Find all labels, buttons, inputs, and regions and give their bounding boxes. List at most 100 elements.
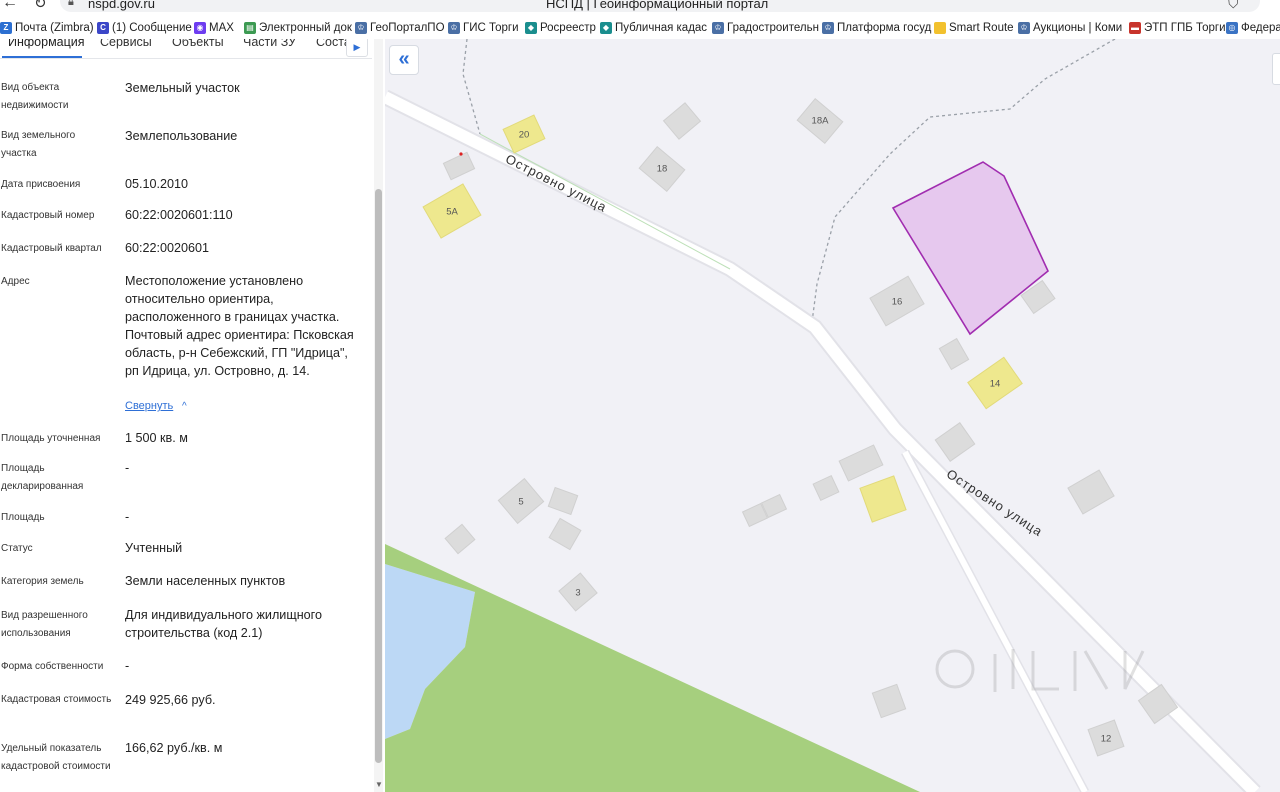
bookmark-item[interactable]: ◆ Росреестр (525, 22, 596, 34)
map-canvas[interactable] (385, 39, 1280, 792)
bookmark-label: Росреестр (540, 22, 596, 34)
bookmark-label: ГИС Торги (463, 22, 519, 34)
active-tab-indicator (2, 56, 82, 58)
area-declared-value: - (125, 461, 130, 475)
assign-date-value: 05.10.2010 (125, 177, 189, 191)
browser-address-bar: ← ↻ 🔒︎ nspd.gov.ru НСПД | Геоинформацион… (0, 0, 1280, 20)
house-number: 12 (1100, 733, 1112, 745)
back-arrow-icon[interactable]: ← (2, 0, 18, 12)
object-type-value: Земельный участок (125, 81, 240, 95)
building (548, 517, 582, 551)
permitted-use-value: Для индивидуального жилищного строительс… (125, 608, 322, 640)
building (812, 474, 840, 502)
house-number: 16 (891, 296, 903, 308)
marker-dot (459, 152, 463, 156)
emblem-icon: ♔ (448, 22, 460, 34)
bookmark-item[interactable]: ◆ Публичная кадас (600, 22, 707, 34)
house-number: 20 (518, 129, 530, 141)
bookmark-item[interactable]: ◉ MAX (194, 22, 234, 34)
bookmark-label: Платформа госуд (837, 22, 932, 34)
field-label: Площадь (1, 512, 45, 523)
folder-icon (934, 22, 946, 34)
field-label: Кадастровый квартал (1, 243, 102, 254)
scrollbar-thumb[interactable] (375, 189, 382, 763)
field-label: Площадь уточненная (1, 433, 101, 444)
tab-parts[interactable]: Части ЗУ (243, 39, 296, 49)
green-area (385, 544, 920, 792)
bookmark-label: Электронный док (259, 22, 352, 34)
building-highlight (859, 475, 907, 523)
bookmark-item[interactable]: ▤ Электронный док (244, 22, 352, 34)
building (938, 337, 970, 371)
field-label: Адрес (1, 276, 30, 287)
house-number: 18А (811, 115, 829, 127)
bookmark-item[interactable]: ◎ Федера (1226, 22, 1280, 34)
specific-value-value: 166,62 руб./кв. м (125, 741, 223, 755)
tabs-scroll-right-icon[interactable]: ▶ (346, 39, 368, 57)
tab-objects[interactable]: Объекты (172, 39, 224, 49)
bookmark-item[interactable]: Smart Route (934, 22, 1014, 34)
bookmark-label: ГеоПорталПО (370, 22, 445, 34)
house-number: 18 (656, 163, 668, 175)
bookmark-label: Почта (Zimbra) (15, 22, 94, 34)
emblem-icon: ♔ (712, 22, 724, 34)
field-label: Категория земель (1, 576, 84, 587)
house-number: 5А (446, 206, 458, 218)
globe-icon: ◎ (1226, 22, 1238, 34)
bookmark-label: Публичная кадас (615, 22, 708, 34)
building (442, 151, 476, 181)
building (871, 683, 907, 719)
reload-icon[interactable]: ↻ (34, 0, 47, 12)
max-icon: ◉ (194, 22, 206, 34)
address-value: Местоположение установлено относительно … (125, 274, 354, 378)
map-icon: ◆ (600, 22, 612, 34)
info-panel: Информация Сервисы Объекты Части ЗУ Сост… (0, 39, 385, 792)
lock-icon[interactable]: 🔒︎ (68, 0, 74, 9)
bookmark-label: MAX (209, 22, 234, 34)
bookmark-label: (1) Сообщение (112, 22, 192, 34)
field-label: Вид разрешенного использования (1, 610, 88, 639)
bookmark-item[interactable]: С (1) Сообщение (97, 22, 192, 34)
map-view[interactable]: « Островно улица Островно улица 20 18А 1… (385, 39, 1280, 792)
cad-quarter-value[interactable]: 60:22:0020601 (125, 239, 365, 257)
field-label: Статус (1, 543, 33, 554)
field-label: Форма собственности (1, 661, 104, 672)
tab-services[interactable]: Сервисы (100, 39, 152, 49)
url-text[interactable]: nspd.gov.ru (88, 0, 155, 11)
collapse-panel-icon[interactable]: « (389, 45, 419, 75)
chevron-up-icon[interactable]: ^ (182, 401, 187, 412)
bookmark-item[interactable]: ♔ Градостроительн (712, 22, 819, 34)
bookmark-item[interactable]: ♔ ГИС Торги (448, 22, 519, 34)
bookmark-item[interactable]: Z Почта (Zimbra) (0, 22, 94, 34)
scroll-down-icon[interactable]: ▼ (375, 780, 383, 789)
area-value: - (125, 510, 130, 524)
area-precise-value: 1 500 кв. м (125, 431, 188, 445)
collapse-link[interactable]: Свернуть (125, 400, 173, 412)
bookmark-item[interactable]: ▬ ЭТП ГПБ Торги (1129, 22, 1226, 34)
message-icon: С (97, 22, 109, 34)
bookmark-item[interactable]: ♔ ГеоПорталПО (355, 22, 445, 34)
bookmark-item[interactable]: ♔ Аукционы | Коми (1018, 22, 1122, 34)
field-label: Вид земельного участка (1, 130, 76, 159)
cad-value-value: 249 925,66 руб. (125, 693, 216, 707)
cad-number-value[interactable]: 60:22:0020601:110 (125, 206, 365, 224)
page-title: НСПД | Геоинформационный портал (546, 0, 769, 11)
field-label: Кадастровый номер (1, 210, 95, 221)
emblem-icon: ♔ (355, 22, 367, 34)
building (547, 486, 579, 516)
field-label: Вид объекта недвижимости (1, 82, 69, 111)
document-icon: ▤ (244, 22, 256, 34)
bookmarks-bar: Z Почта (Zimbra) С (1) Сообщение ◉ MAX ▤ Электр… (0, 20, 1280, 39)
emblem-icon: ♔ (1018, 22, 1030, 34)
bookmark-label: ЭТП ГПБ Торги (1144, 22, 1226, 34)
house-number: 5 (518, 496, 524, 508)
bookmark-label: Федера (1241, 22, 1280, 34)
land-category-value: Земли населенных пунктов (125, 574, 286, 588)
bookmark-icon[interactable]: ⛉ (1228, 0, 1239, 12)
bookmark-label: Градостроительн (727, 22, 819, 34)
field-label: Дата присвоения (1, 179, 81, 190)
bookmark-item[interactable]: ♔ Платформа госуд (822, 22, 931, 34)
map-side-control[interactable] (1272, 53, 1280, 85)
building (444, 523, 476, 555)
tab-info[interactable]: Информация (8, 39, 85, 49)
